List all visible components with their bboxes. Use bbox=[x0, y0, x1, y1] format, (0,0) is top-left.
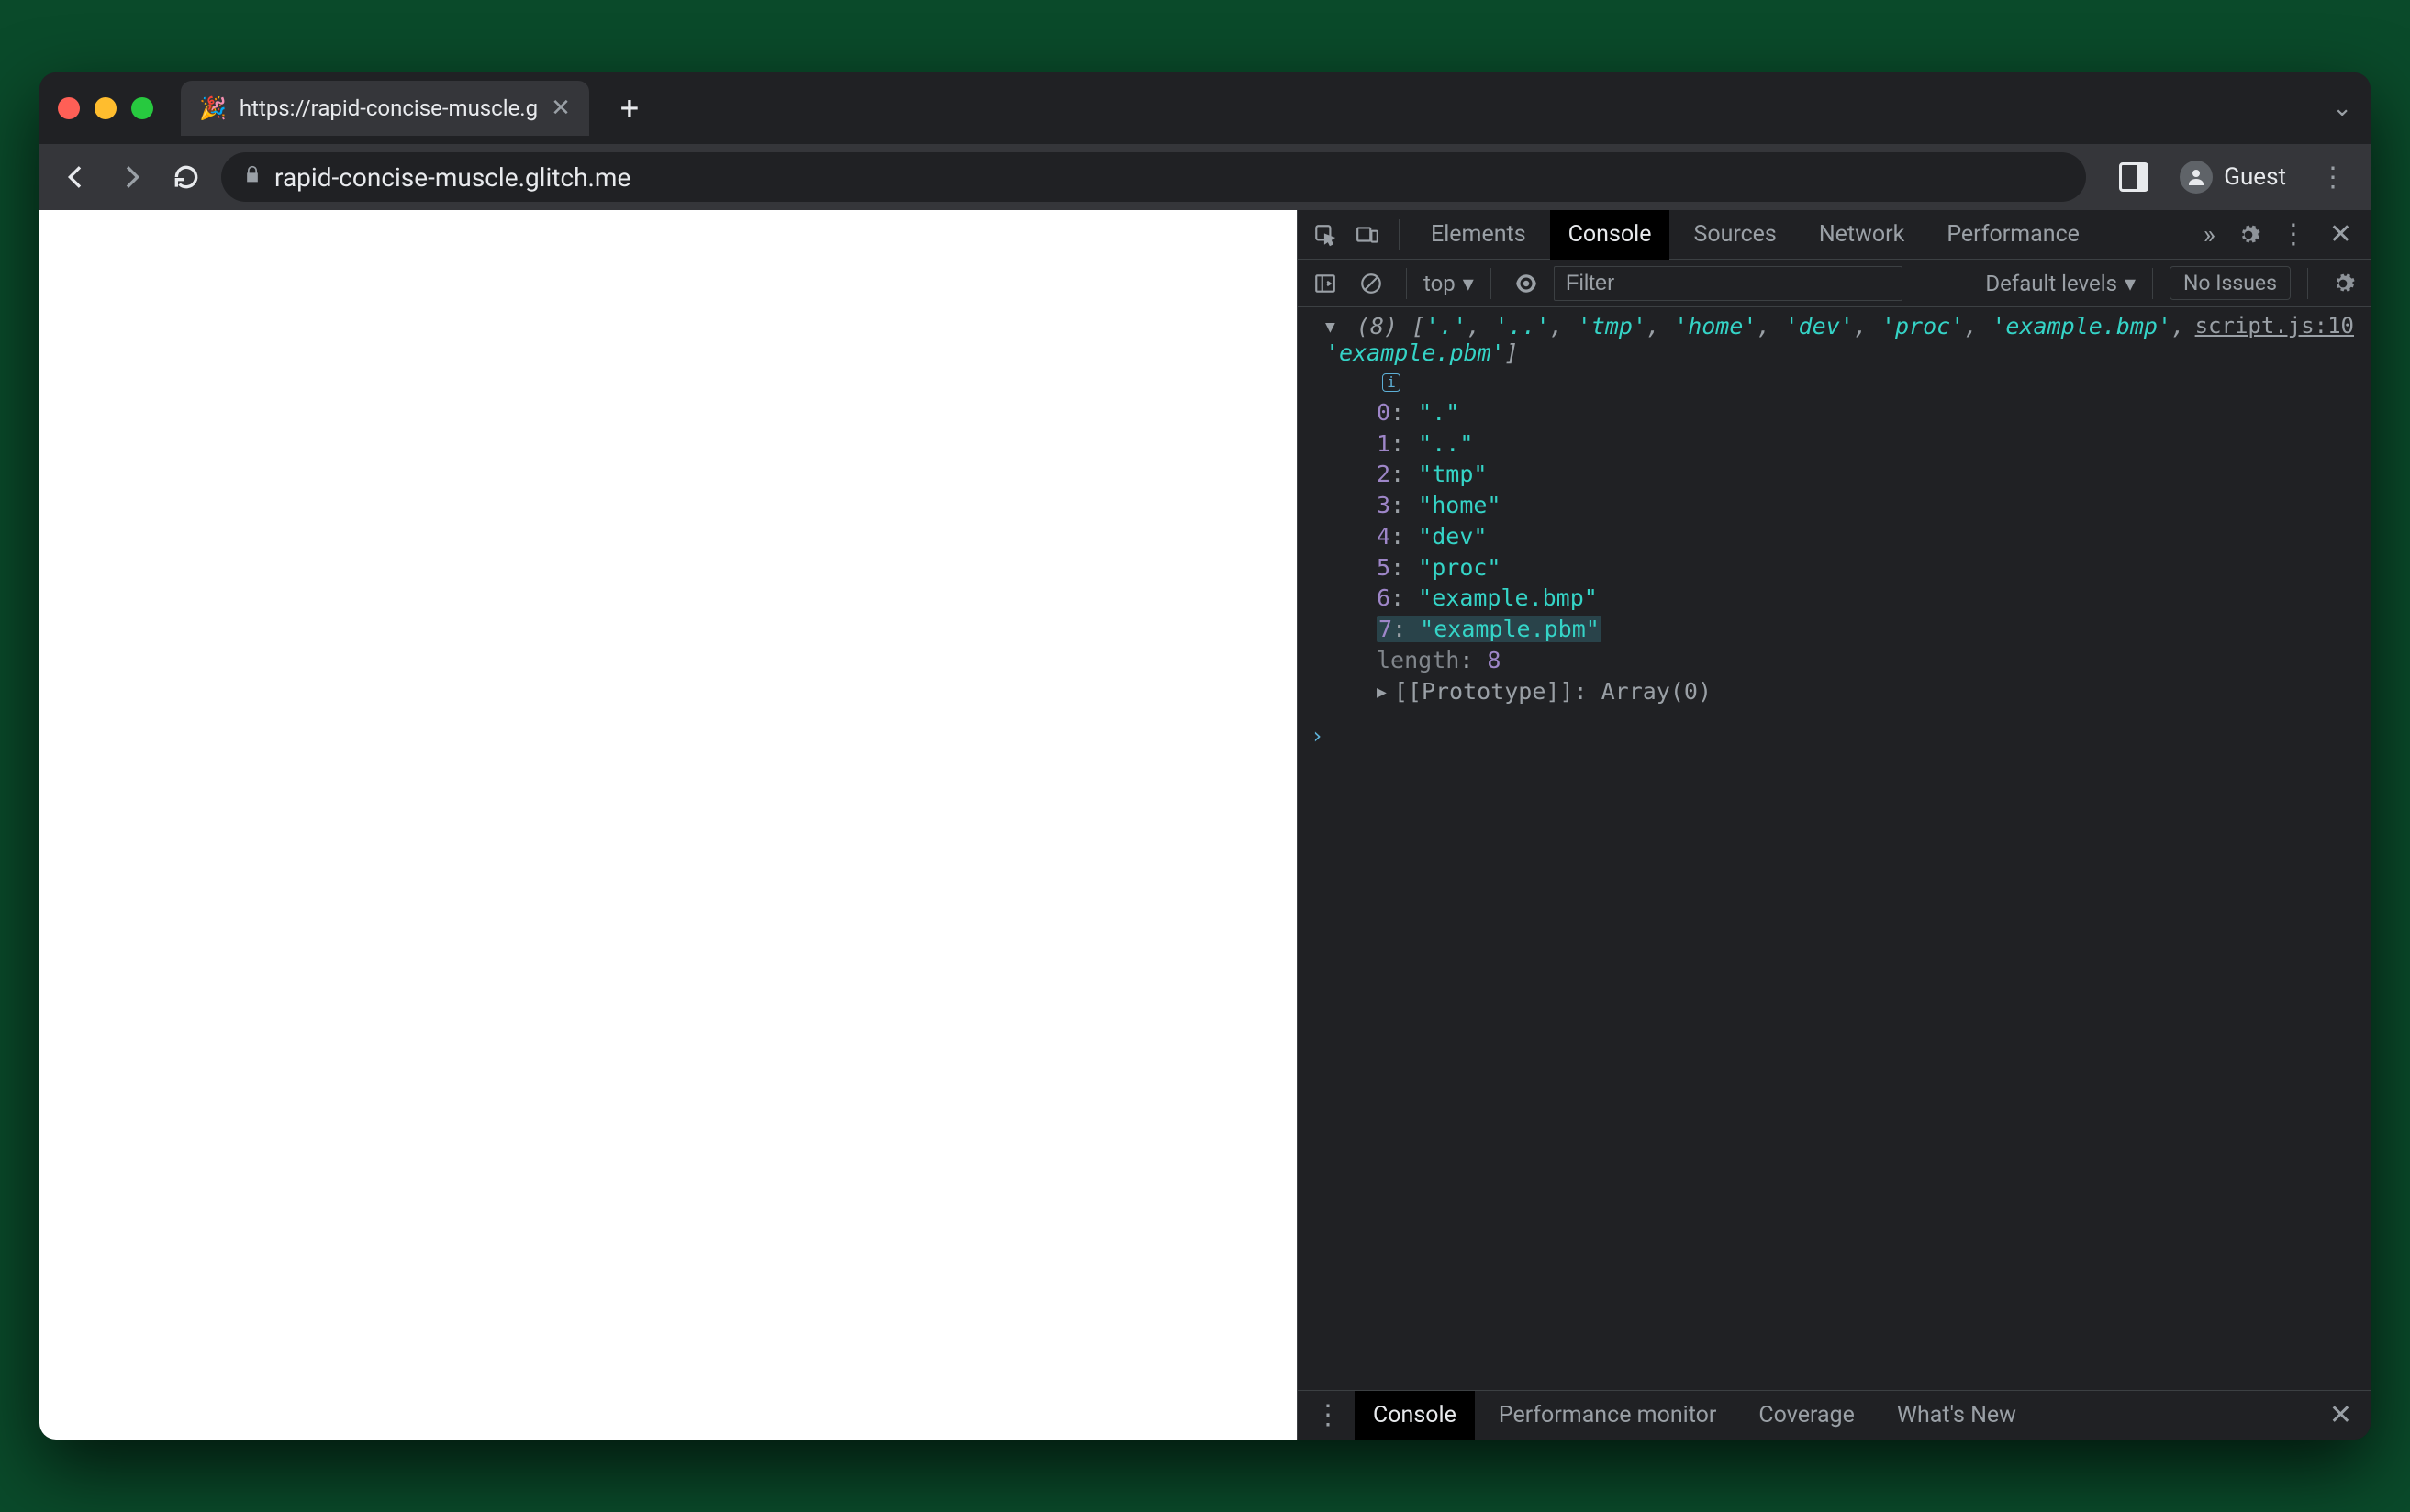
device-toolbar-button[interactable] bbox=[1349, 217, 1386, 253]
tab-search-button[interactable]: ⌄ bbox=[2332, 94, 2352, 122]
drawer-tab-console[interactable]: Console bbox=[1355, 1391, 1475, 1440]
devtools-settings-button[interactable] bbox=[2230, 217, 2267, 253]
context-label: top bbox=[1423, 271, 1456, 296]
browser-tab[interactable]: 🎉 https://rapid-concise-muscle.g ✕ bbox=[181, 81, 589, 136]
close-window-button[interactable] bbox=[58, 97, 80, 119]
issues-button[interactable]: No Issues bbox=[2170, 266, 2291, 300]
dropdown-arrow-icon: ▾ bbox=[1463, 271, 1474, 296]
array-length[interactable]: length: 8 bbox=[1377, 645, 2358, 676]
info-icon[interactable]: i bbox=[1382, 373, 1400, 392]
array-item[interactable]: 2: "tmp" bbox=[1377, 459, 2358, 490]
expand-arrow-icon[interactable] bbox=[1325, 311, 1335, 338]
prototype-row[interactable]: [[Prototype]]: Array(0) bbox=[1377, 676, 2358, 707]
minimize-window-button[interactable] bbox=[95, 97, 117, 119]
inspect-element-button[interactable] bbox=[1307, 217, 1344, 253]
clear-console-button[interactable] bbox=[1353, 265, 1389, 302]
tab-sources[interactable]: Sources bbox=[1675, 210, 1794, 260]
filter-input[interactable] bbox=[1554, 266, 1902, 301]
array-item[interactable]: 6: "example.bmp" bbox=[1377, 583, 2358, 614]
tab-network[interactable]: Network bbox=[1801, 210, 1923, 260]
expand-arrow-icon[interactable] bbox=[1377, 674, 1387, 706]
maximize-window-button[interactable] bbox=[131, 97, 153, 119]
profile-button[interactable]: Guest bbox=[2170, 157, 2295, 197]
drawer-close-button[interactable]: ✕ bbox=[2320, 1399, 2361, 1431]
browser-menu-button[interactable]: ⋮ bbox=[2312, 161, 2354, 194]
tab-favicon: 🎉 bbox=[199, 95, 227, 121]
console-sidebar-toggle[interactable] bbox=[1307, 265, 1344, 302]
console-output[interactable]: script.js:10 (8) ['.', '..', 'tmp', 'hom… bbox=[1298, 307, 2371, 1390]
tab-performance[interactable]: Performance bbox=[1928, 210, 2098, 260]
tab-elements[interactable]: Elements bbox=[1412, 210, 1545, 260]
reload-button[interactable] bbox=[166, 157, 206, 197]
drawer-tab-perf-monitor[interactable]: Performance monitor bbox=[1480, 1391, 1735, 1440]
avatar-icon bbox=[2180, 161, 2213, 194]
live-expression-button[interactable] bbox=[1508, 265, 1545, 302]
dropdown-arrow-icon: ▾ bbox=[2125, 271, 2136, 296]
browser-window: 🎉 https://rapid-concise-muscle.g ✕ + ⌄ r… bbox=[39, 72, 2371, 1440]
close-tab-button[interactable]: ✕ bbox=[551, 94, 571, 122]
tab-title: https://rapid-concise-muscle.g bbox=[240, 95, 538, 121]
array-item[interactable]: 4: "dev" bbox=[1377, 521, 2358, 552]
panel-icon bbox=[2119, 162, 2148, 192]
devtools-tabs: Elements Console Sources Network Perform… bbox=[1298, 210, 2371, 260]
web-page[interactable] bbox=[39, 210, 1297, 1440]
array-item[interactable]: 3: "home" bbox=[1377, 490, 2358, 521]
drawer-menu-button[interactable]: ⋮ bbox=[1307, 1399, 1349, 1431]
console-toolbar: top ▾ Default levels ▾ No Issues bbox=[1298, 260, 2371, 307]
window-controls bbox=[58, 97, 153, 119]
forward-button[interactable] bbox=[111, 157, 151, 197]
back-button[interactable] bbox=[56, 157, 96, 197]
array-item[interactable]: 7: "example.pbm" bbox=[1377, 614, 2358, 645]
more-tabs-button[interactable]: » bbox=[2194, 219, 2225, 250]
content-area: Elements Console Sources Network Perform… bbox=[39, 210, 2371, 1440]
log-levels-selector[interactable]: Default levels ▾ bbox=[1985, 271, 2136, 296]
console-settings-button[interactable] bbox=[2325, 265, 2361, 302]
drawer-tab-coverage[interactable]: Coverage bbox=[1740, 1391, 1872, 1440]
address-bar: rapid-concise-muscle.glitch.me Guest ⋮ bbox=[39, 144, 2371, 210]
lock-icon bbox=[243, 165, 262, 189]
drawer-tab-whats-new[interactable]: What's New bbox=[1879, 1391, 2035, 1440]
profile-label: Guest bbox=[2224, 163, 2286, 191]
side-panel-button[interactable] bbox=[2114, 157, 2154, 197]
devtools-menu-button[interactable]: ⋮ bbox=[2272, 218, 2315, 250]
omnibox[interactable]: rapid-concise-muscle.glitch.me bbox=[221, 152, 2086, 202]
devtools-drawer: ⋮ Console Performance monitor Coverage W… bbox=[1298, 1390, 2371, 1440]
tab-console[interactable]: Console bbox=[1550, 210, 1670, 260]
array-summary: (8) ['.', '..', 'tmp', 'home', 'dev', 'p… bbox=[1325, 313, 2185, 366]
array-item[interactable]: 1: ".." bbox=[1377, 428, 2358, 460]
source-link[interactable]: script.js:10 bbox=[2195, 313, 2354, 339]
expanded-array: i 0: "." 1: ".." 2: "tmp" 3: "home" 4: "… bbox=[1325, 366, 2358, 706]
array-item[interactable]: 5: "proc" bbox=[1377, 552, 2358, 584]
log-entry[interactable]: (8) ['.', '..', 'tmp', 'home', 'dev', 'p… bbox=[1298, 307, 2371, 712]
levels-label: Default levels bbox=[1985, 271, 2117, 296]
array-item[interactable]: 0: "." bbox=[1377, 397, 2358, 428]
devtools-close-button[interactable]: ✕ bbox=[2320, 218, 2361, 250]
new-tab-button[interactable]: + bbox=[608, 86, 652, 130]
console-prompt[interactable]: › bbox=[1298, 712, 2371, 760]
context-selector[interactable]: top ▾ bbox=[1423, 271, 1474, 296]
devtools-panel: Elements Console Sources Network Perform… bbox=[1297, 210, 2371, 1440]
tab-bar: 🎉 https://rapid-concise-muscle.g ✕ + ⌄ bbox=[39, 72, 2371, 144]
url-text: rapid-concise-muscle.glitch.me bbox=[274, 162, 630, 193]
